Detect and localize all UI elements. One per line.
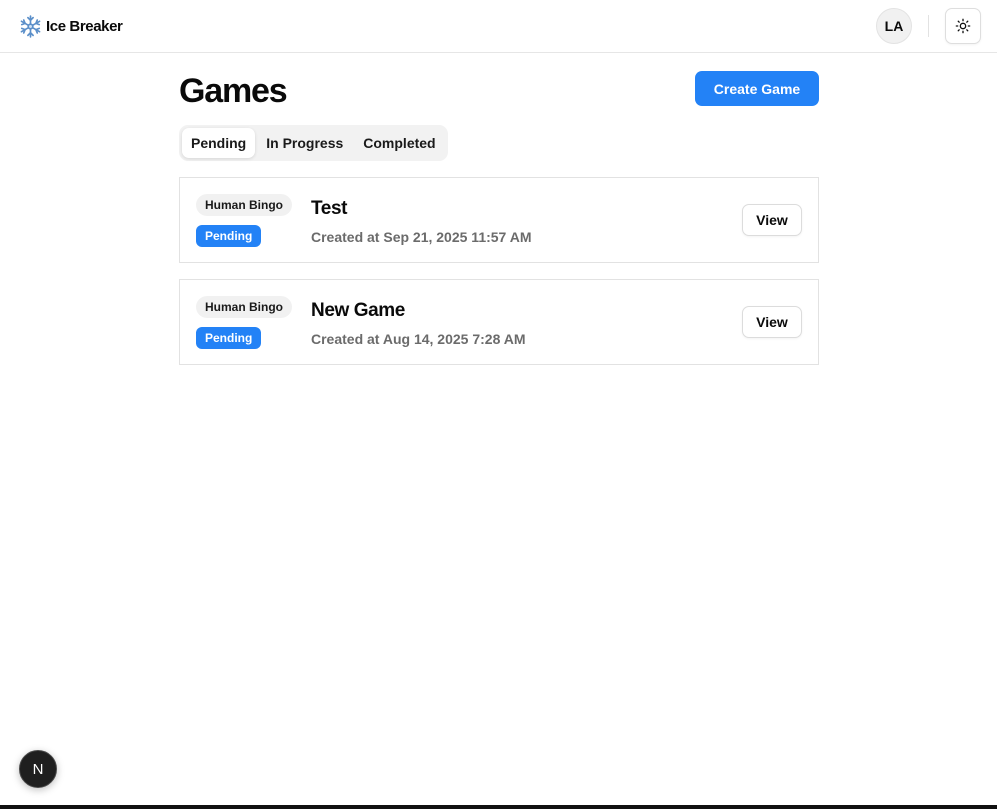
game-created-date: Created at Sep 21, 2025 11:57 AM [311,229,532,245]
view-game-button[interactable]: View [742,204,802,236]
window-bottom-edge [0,805,997,809]
sun-icon [955,18,971,34]
page-title: Games [179,72,288,110]
game-type-badge: Human Bingo [196,296,292,318]
game-card: Human Bingo Pending Test Created at Sep … [179,177,819,263]
view-game-button[interactable]: View [742,306,802,338]
tab-completed[interactable]: Completed [354,128,444,158]
nextjs-logo-icon: N [32,760,44,778]
user-avatar[interactable]: LA [876,8,912,44]
status-badge: Pending [196,225,262,247]
game-card: Human Bingo Pending New Game Created at … [179,279,819,365]
create-game-button[interactable]: Create Game [695,71,819,106]
status-tabs: Pending In Progress Completed [179,125,448,161]
nextjs-dev-badge[interactable]: N [19,750,57,788]
tab-in-progress[interactable]: In Progress [257,128,352,158]
tab-pending[interactable]: Pending [182,128,256,158]
app-logo[interactable]: Ice Breaker [18,13,123,39]
top-bar: Ice Breaker LA [0,0,997,53]
status-badge: Pending [196,327,262,349]
header-divider [928,15,929,37]
avatar-initials: LA [884,18,904,34]
game-name: Test [311,198,348,219]
theme-toggle-button[interactable] [945,8,981,44]
game-type-badge: Human Bingo [196,194,292,216]
game-created-date: Created at Aug 14, 2025 7:28 AM [311,331,526,347]
snowflake-icon [20,14,41,38]
app-name: Ice Breaker [46,17,123,35]
game-name: New Game [311,300,405,321]
